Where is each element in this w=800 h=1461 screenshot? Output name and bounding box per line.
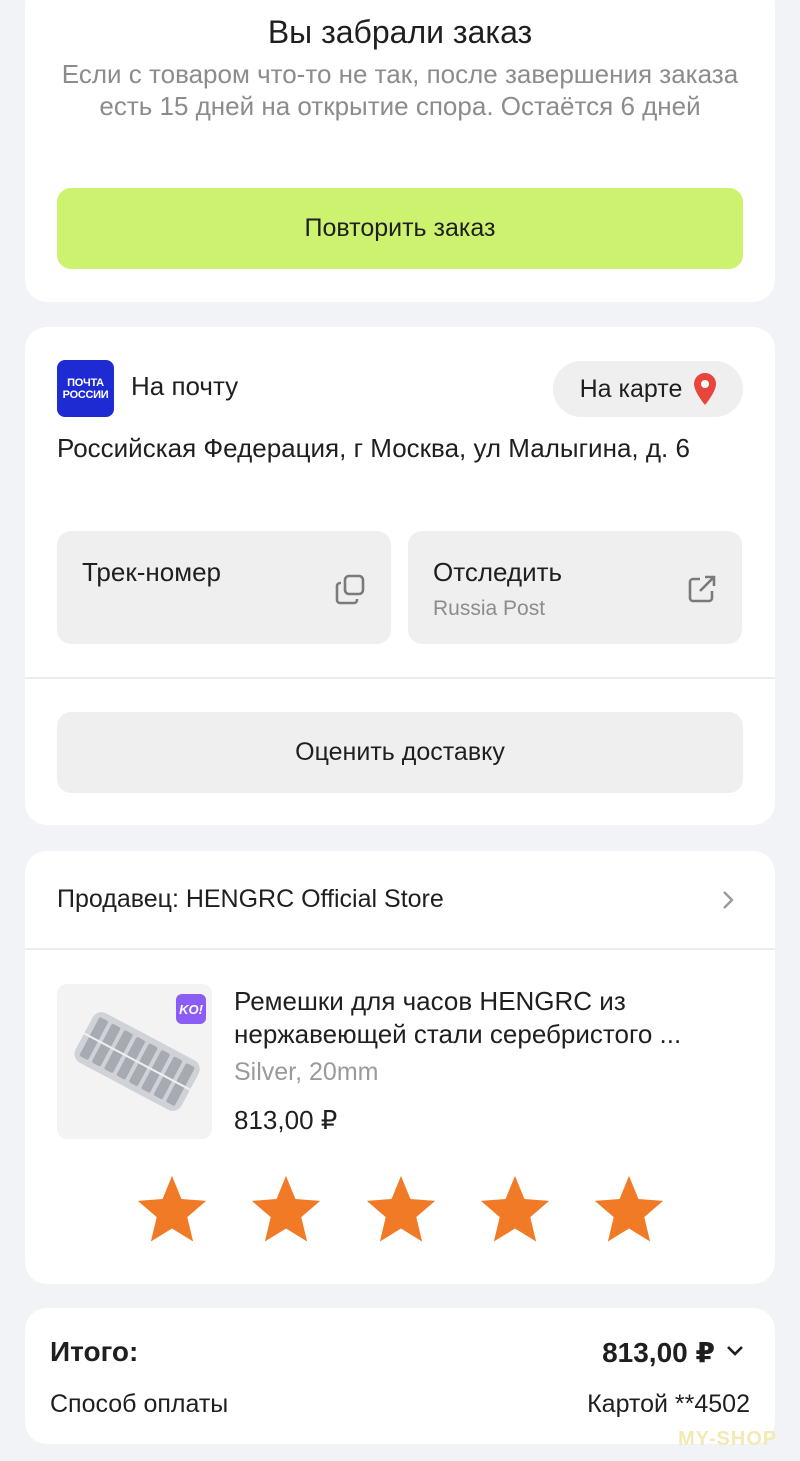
- track-shipment-tile[interactable]: Отследить Russia Post: [408, 531, 742, 644]
- star-icon[interactable]: [247, 1171, 325, 1249]
- chevron-down-icon[interactable]: [725, 1344, 745, 1358]
- russian-post-logo-icon: ПОЧТА РОССИИ: [57, 360, 114, 417]
- repeat-order-button[interactable]: Повторить заказ: [57, 188, 743, 269]
- order-status-card: Вы забрали заказ Если с товаром что-то н…: [25, 0, 775, 302]
- divider: [25, 948, 775, 950]
- star-icon[interactable]: [590, 1171, 668, 1249]
- order-summary-card: Итого: 813,00 ₽ Способ оплаты Картой **4…: [25, 1308, 775, 1444]
- on-map-button[interactable]: На карте: [553, 361, 743, 417]
- status-title: Вы забрали заказ: [267, 14, 533, 50]
- total-value[interactable]: 813,00 ₽: [602, 1336, 715, 1369]
- divider: [25, 677, 775, 679]
- seller-link[interactable]: Продавец: HENGRC Official Store: [57, 885, 444, 914]
- payment-method-value: Картой **4502: [587, 1390, 750, 1418]
- delivery-method: На почту: [131, 371, 239, 401]
- product-image[interactable]: KO!: [57, 984, 212, 1139]
- logo-line-1: ПОЧТА: [67, 376, 104, 389]
- rate-delivery-button[interactable]: Оценить доставку: [57, 712, 743, 793]
- repeat-order-label: Повторить заказ: [304, 214, 496, 242]
- copy-icon[interactable]: [335, 573, 367, 605]
- chevron-right-icon[interactable]: [721, 889, 735, 911]
- external-link-icon[interactable]: [686, 573, 718, 605]
- rate-delivery-label: Оценить доставку: [295, 738, 505, 766]
- star-icon[interactable]: [362, 1171, 440, 1249]
- ko-badge: KO!: [176, 994, 206, 1024]
- product-variant: Silver, 20mm: [234, 1058, 379, 1086]
- total-label: Итого:: [50, 1336, 139, 1367]
- product-card: Продавец: HENGRC Official Store KO! Реме…: [25, 851, 775, 1284]
- product-name[interactable]: Ремешки для часов HENGRC из нержавеющей …: [234, 985, 744, 1051]
- location-pin-icon: [694, 373, 717, 405]
- track-shipment-label: Отследить: [433, 557, 563, 587]
- star-icon[interactable]: [133, 1171, 211, 1249]
- status-description: Если с товаром что-то не так, после заве…: [61, 59, 739, 121]
- on-map-label: На карте: [579, 374, 683, 403]
- carrier-name: Russia Post: [433, 597, 546, 620]
- payment-method-label: Способ оплаты: [50, 1390, 229, 1418]
- watermark: MY-SHOP: [678, 1428, 778, 1450]
- track-number-tile[interactable]: Трек-номер: [57, 531, 391, 644]
- star-icon[interactable]: [476, 1171, 554, 1249]
- product-price: 813,00 ₽: [234, 1105, 338, 1135]
- delivery-card: ПОЧТА РОССИИ На почту На карте Российска…: [25, 327, 775, 825]
- delivery-address: Российская Федерация, г Москва, ул Малыг…: [57, 433, 690, 463]
- track-number-label: Трек-номер: [82, 557, 221, 587]
- rating-stars: [133, 1171, 668, 1251]
- logo-line-2: РОССИИ: [62, 388, 109, 401]
